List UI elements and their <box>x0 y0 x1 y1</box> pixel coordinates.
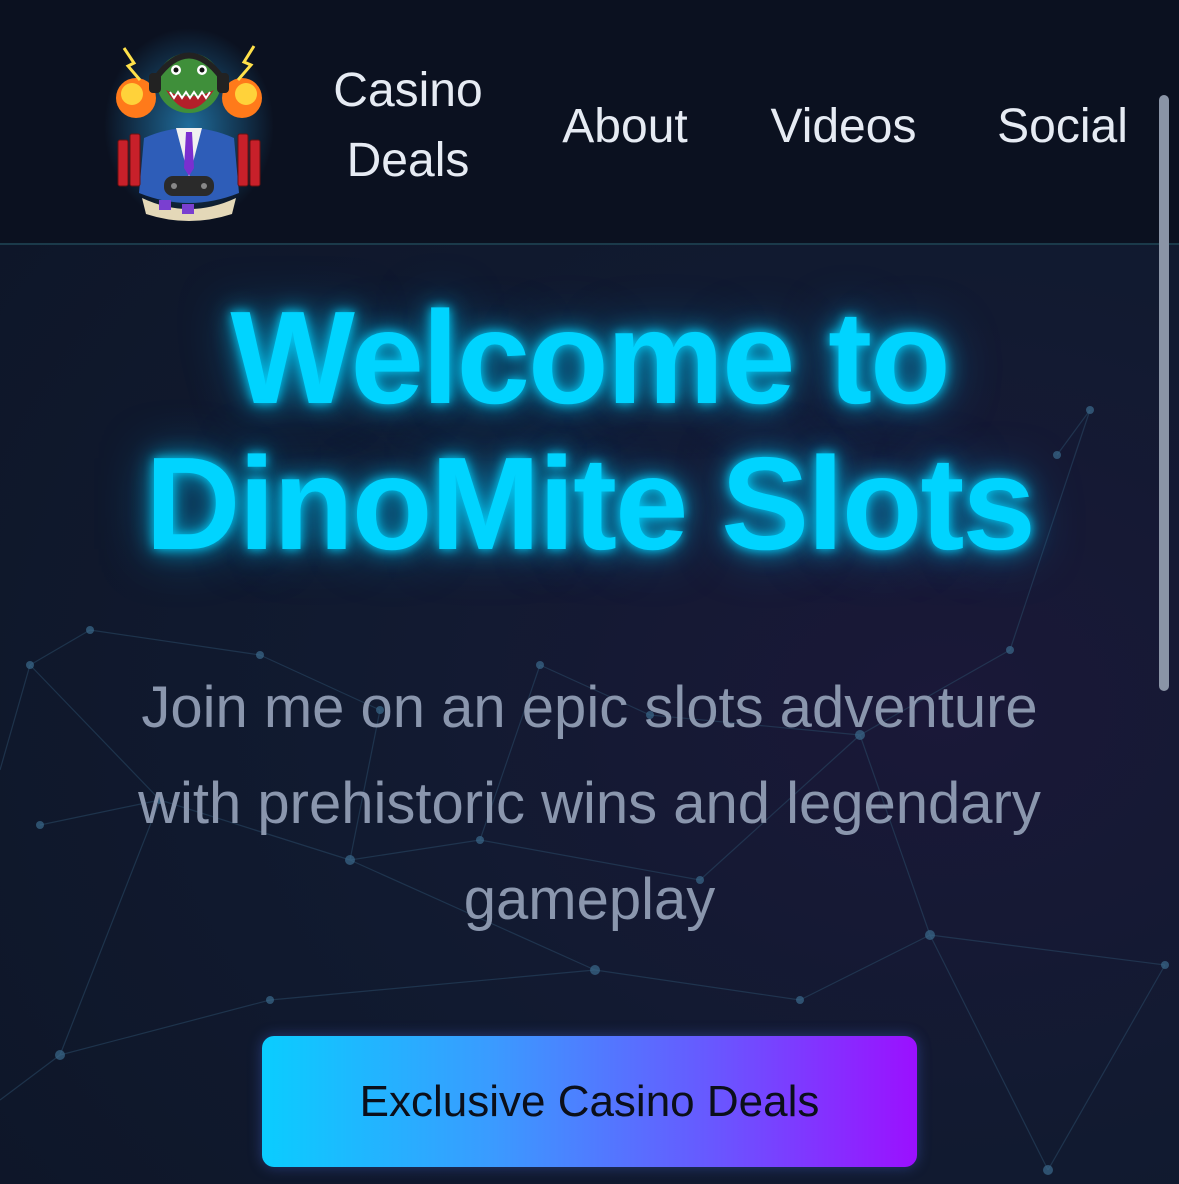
nav-casino-deals-line1: Casino <box>333 64 483 117</box>
hero-subtitle: Join me on an epic slots adventure with … <box>60 660 1119 948</box>
hero-title: Welcome to DinoMite Slots <box>20 285 1159 577</box>
hero-title-line2: DinoMite Slots <box>145 430 1036 577</box>
nav-casino-deals-line2: Deals <box>346 134 470 187</box>
vertical-scrollbar[interactable] <box>1159 95 1169 691</box>
nav-social[interactable]: Social <box>985 92 1140 162</box>
nav-casino-deals[interactable]: Casino Deals <box>318 56 498 196</box>
exclusive-casino-deals-button[interactable]: Exclusive Casino Deals <box>262 1036 917 1167</box>
hero-title-line1: Welcome to <box>230 284 950 431</box>
hero-subtitle-line1: Join me on an epic slots adventure <box>141 675 1038 740</box>
nav-about[interactable]: About <box>550 92 700 162</box>
dino-gamer-logo-icon[interactable] <box>104 28 274 224</box>
page: Casino Deals About Videos Social Welcome… <box>0 0 1179 1184</box>
site-header: Casino Deals About Videos Social <box>0 0 1179 245</box>
nav-videos[interactable]: Videos <box>756 92 931 162</box>
hero-subtitle-line3: gameplay <box>463 867 716 932</box>
hero-subtitle-line2: with prehistoric wins and legendary <box>138 771 1041 836</box>
